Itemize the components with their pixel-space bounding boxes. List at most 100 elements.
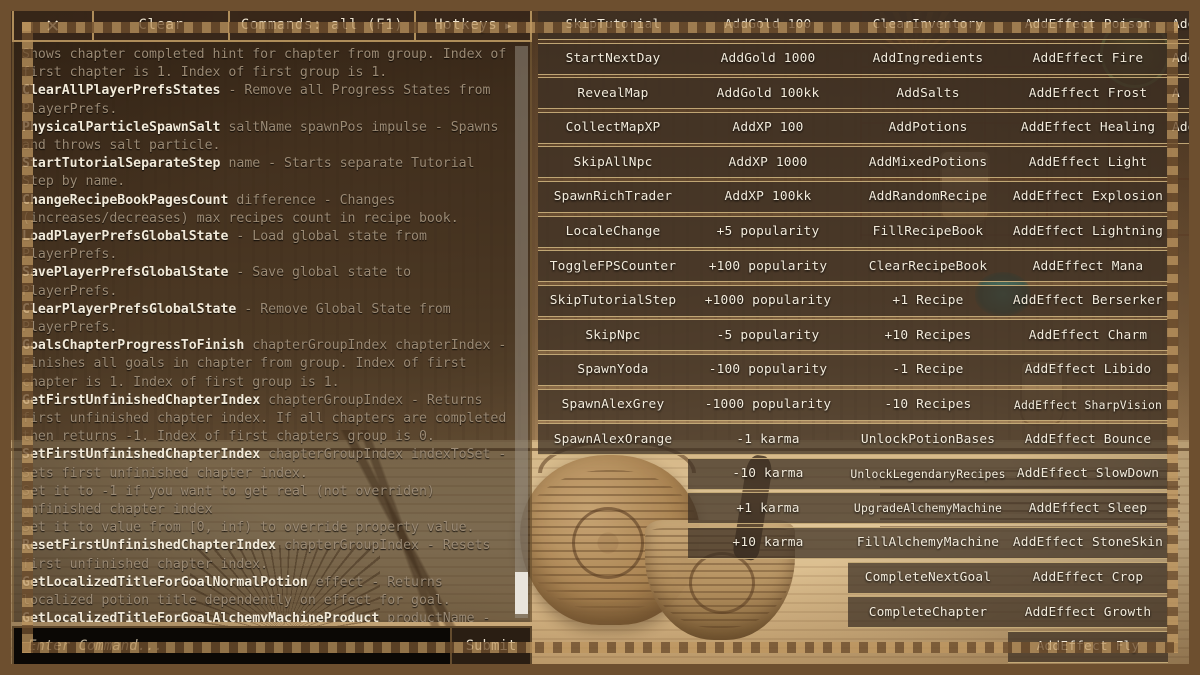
command-input[interactable] [14, 628, 450, 664]
command-button[interactable]: +1 Recipe [848, 285, 1008, 317]
command-button[interactable]: -1000 popularity [688, 389, 848, 421]
chevron-right-icon: ▶ [505, 21, 512, 32]
command-button[interactable]: +5 popularity [688, 216, 848, 248]
console-log-description: Set it to value from [0, inf) to overrid… [22, 520, 475, 535]
console-log-line: Set it to value from [0, inf) to overrid… [22, 519, 508, 537]
command-button[interactable]: Add [1168, 8, 1200, 40]
command-button[interactable]: UnlockPotionBases [848, 423, 1008, 455]
command-button[interactable]: SpawnAlexOrange [538, 423, 688, 455]
console-scrollbar-track[interactable] [515, 46, 528, 618]
console-log-description: Set it to -1 if you want to get real (no… [22, 484, 443, 517]
command-button[interactable]: SkipTutorial [538, 8, 688, 40]
command-button[interactable]: AddEffect Libido [1008, 354, 1168, 386]
command-button[interactable]: StartNextDay [538, 43, 688, 75]
command-button[interactable]: +10 Recipes [848, 319, 1008, 351]
command-button[interactable]: Add [1168, 43, 1200, 75]
command-button[interactable]: AddEffect Sleep [1008, 492, 1168, 524]
command-button[interactable]: AddEffect Fly [1008, 631, 1168, 663]
command-button[interactable]: AddEffect Frost [1008, 77, 1168, 109]
console-log-command: SetFirstUnfinishedChapterIndex [22, 447, 260, 462]
command-button[interactable]: ClearRecipeBook [848, 250, 1008, 282]
command-button[interactable]: ClearInventory [848, 8, 1008, 40]
command-button[interactable]: AddEffect SharpVision [1008, 389, 1168, 421]
command-button[interactable]: UpgradeAlchemyMachine [848, 492, 1008, 524]
command-button[interactable]: SkipTutorialStep [538, 285, 688, 317]
console-input-row: Submit [12, 626, 532, 666]
command-button[interactable]: AddEffect Crop [1008, 562, 1168, 594]
quick-command-panel: SkipTutorialStartNextDayRevealMapCollect… [538, 8, 1200, 675]
command-button[interactable]: FillAlchemyMachine [848, 527, 1008, 559]
console-log-command: ChangeRecipeBookPagesCount [22, 193, 228, 208]
command-button[interactable]: ToggleFPSCounter [538, 250, 688, 282]
commands-filter-button[interactable]: Commands: all (F1) [230, 10, 416, 40]
command-button[interactable]: AddEffect Growth [1008, 596, 1168, 628]
command-button[interactable]: +1 karma [688, 492, 848, 524]
command-button[interactable]: AddSalts [848, 77, 1008, 109]
command-button[interactable]: SkipNpc [538, 319, 688, 351]
command-button[interactable]: CollectMapXP [538, 112, 688, 144]
command-button[interactable]: AddEffect Lightning [1008, 216, 1168, 248]
command-button[interactable]: AddXP 100 [688, 112, 848, 144]
command-button[interactable]: AddMixedPotions [848, 146, 1008, 178]
command-button[interactable]: AddEffect Explosion [1008, 181, 1168, 213]
command-button[interactable]: -100 popularity [688, 354, 848, 386]
command-button[interactable]: UnlockLegendaryRecipes [848, 458, 1008, 490]
command-button[interactable]: -1 Recipe [848, 354, 1008, 386]
command-button[interactable]: +100 popularity [688, 250, 848, 282]
command-button[interactable]: AddEffect StoneSkin [1008, 527, 1168, 559]
command-button[interactable]: AddIngredients [848, 43, 1008, 75]
command-button[interactable]: AddEffect Poison [1008, 8, 1168, 40]
command-button[interactable]: SpawnRichTrader [538, 181, 688, 213]
console-log-line: SavePlayerPrefsGlobalState - Save global… [22, 264, 508, 300]
command-column-game-commands: SkipTutorialStartNextDayRevealMapCollect… [538, 8, 688, 675]
command-button[interactable]: CompleteChapter [848, 596, 1008, 628]
command-button[interactable]: +10 karma [688, 527, 848, 559]
command-button[interactable]: AddEffect Charm [1008, 319, 1168, 351]
command-button[interactable]: SkipAllNpc [538, 146, 688, 178]
clear-button[interactable]: Clear [94, 10, 230, 40]
command-button[interactable]: AddEffect Mana [1008, 250, 1168, 282]
command-button[interactable]: AddEffect Bounce [1008, 423, 1168, 455]
command-button[interactable]: SpawnAlexGrey [538, 389, 688, 421]
submit-button[interactable]: Submit [450, 628, 530, 664]
command-button[interactable]: AddGold 1000 [688, 43, 848, 75]
command-button[interactable]: FillRecipeBook [848, 216, 1008, 248]
command-button[interactable]: AddGold 100kk [688, 77, 848, 109]
command-button[interactable]: +1000 popularity [688, 285, 848, 317]
command-button[interactable]: AddEffect SlowDown [1008, 458, 1168, 490]
console-log-line: ClearPlayerPrefsGlobalState - Remove Glo… [22, 301, 508, 337]
command-button[interactable]: AddGold 100 [688, 8, 848, 40]
command-column-currency-commands: AddGold 100AddGold 1000AddGold 100kkAddX… [688, 8, 848, 675]
command-button[interactable]: AddXP 1000 [688, 146, 848, 178]
console-log-line: GetFirstUnfinishedChapterIndex chapterGr… [22, 392, 508, 447]
command-button[interactable]: CompleteNextGoal [848, 562, 1008, 594]
command-button[interactable]: AddRandomRecipe [848, 181, 1008, 213]
console-log-command: GetLocalizedTitleForGoalAlchemyMachinePr… [22, 611, 379, 622]
command-button[interactable]: LocaleChange [538, 216, 688, 248]
command-button[interactable]: AddEffect Fire [1008, 43, 1168, 75]
console-log-command: GoalsChapterProgressToFinish [22, 338, 244, 353]
hotkeys-button[interactable]: Hotkeys ▶ [416, 10, 530, 40]
close-icon[interactable]: ✕ [14, 10, 94, 40]
command-button[interactable]: -1 karma [688, 423, 848, 455]
command-button[interactable]: AddPotions [848, 112, 1008, 144]
console-log-command: PhysicalParticleSpawnSalt [22, 120, 221, 135]
command-button[interactable]: -10 Recipes [848, 389, 1008, 421]
console-log-line: ClearAllPlayerPrefsStates - Remove all P… [22, 82, 508, 118]
console-log-description: Shows chapter completed hint for chapter… [22, 47, 514, 80]
command-button[interactable]: SpawnYoda [538, 354, 688, 386]
command-button[interactable]: Add [1168, 112, 1200, 144]
command-button[interactable]: -10 karma [688, 458, 848, 490]
console-log-line: SetFirstUnfinishedChapterIndex chapterGr… [22, 446, 508, 482]
console-log-output[interactable]: Shows chapter completed hint for chapter… [12, 42, 532, 622]
command-button[interactable]: A [1168, 77, 1200, 109]
command-button[interactable]: AddEffect Healing [1008, 112, 1168, 144]
command-button[interactable]: AddEffect Berserker [1008, 285, 1168, 317]
console-scrollbar-thumb[interactable] [515, 572, 528, 614]
console-log-line: Set it to -1 if you want to get real (no… [22, 483, 508, 519]
command-button[interactable]: AddXP 100kk [688, 181, 848, 213]
command-button[interactable]: -5 popularity [688, 319, 848, 351]
console-log-command: GetFirstUnfinishedChapterIndex [22, 393, 260, 408]
command-button[interactable]: AddEffect Light [1008, 146, 1168, 178]
command-button[interactable]: RevealMap [538, 77, 688, 109]
